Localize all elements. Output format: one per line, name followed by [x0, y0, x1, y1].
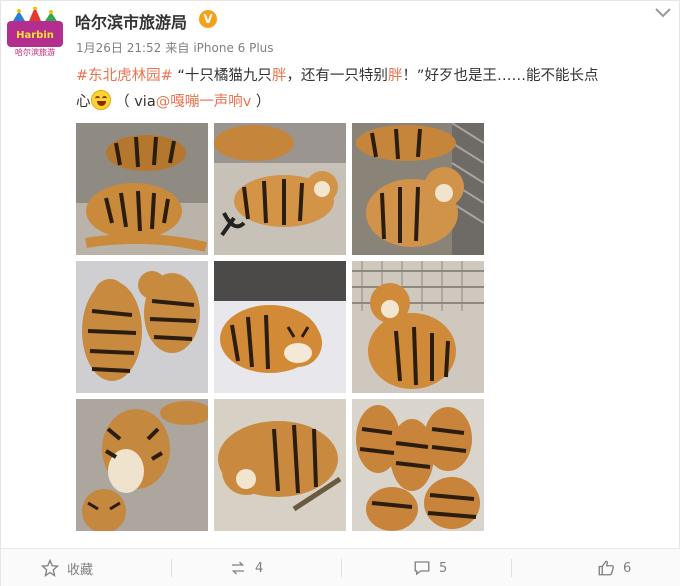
post-text-line2: 心 [76, 94, 91, 110]
highlight-fat-2: 胖 [387, 68, 403, 84]
post-meta: 1月26日 21:52 来自 iPhone 6 Plus [76, 39, 278, 56]
tiger-photo-9[interactable] [352, 399, 484, 531]
laugh-cry-emoji-icon [90, 90, 111, 110]
tiger-photo-3[interactable] [352, 123, 484, 255]
highlight-fat-1: 胖 [271, 68, 287, 84]
favorite-label: 收藏 [67, 562, 94, 578]
post-source: iPhone 6 Plus [193, 41, 274, 55]
via-close: ） [251, 94, 271, 110]
like-count: 6 [623, 560, 632, 576]
tiger-photo-1[interactable] [76, 123, 208, 255]
action-bar: 收藏 4 5 6 [1, 548, 680, 586]
star-icon [41, 559, 59, 577]
image-grid [76, 123, 484, 531]
tiger-photo-5[interactable] [214, 261, 346, 393]
quote-mid: ，还有一只特别 [286, 68, 388, 84]
comment-button[interactable]: 5 [413, 549, 447, 586]
tiger-photo-8[interactable] [214, 399, 346, 531]
verified-v-icon: V [199, 10, 217, 28]
tiger-photo-7[interactable] [76, 399, 208, 531]
weibo-post-card: Harbin 哈尔滨旅游 哈尔滨市旅游局 V 1月26日 21:52 来自 iPho… [0, 0, 680, 586]
repost-icon [231, 561, 245, 575]
quote-open: “十只橘猫九只 [177, 68, 272, 84]
source-prefix: 来自 [165, 41, 190, 55]
post-text-rest: 好歹也是王……能不能长点 [424, 68, 599, 84]
via-open: （ via [115, 94, 156, 110]
post-timestamp[interactable]: 1月26日 21:52 [76, 41, 161, 55]
svg-text:哈尔滨旅游: 哈尔滨旅游 [15, 47, 55, 57]
quote-close: ！” [402, 68, 425, 84]
divider [511, 559, 512, 577]
thumbs-up-icon [598, 560, 614, 576]
via-user-link[interactable]: @嘎嘣一声响v [156, 94, 252, 110]
post-text: #东北虎林园# “十只橘猫九只胖，还有一只特别胖！”好歹也是王……能不能长点心 … [76, 63, 674, 115]
tiger-photo-4[interactable] [76, 261, 208, 393]
divider [341, 559, 342, 577]
repost-count: 4 [255, 560, 264, 576]
repost-button[interactable]: 4 [229, 549, 263, 586]
divider [171, 559, 172, 577]
tiger-photo-6[interactable] [352, 261, 484, 393]
favorite-button[interactable]: 收藏 [41, 549, 93, 586]
chevron-down-icon[interactable] [653, 5, 673, 19]
svg-text:Harbin: Harbin [16, 30, 54, 41]
comment-count: 5 [439, 560, 448, 576]
tiger-photo-2[interactable] [214, 123, 346, 255]
hashtag-link[interactable]: #东北虎林园# [76, 68, 173, 84]
like-button[interactable]: 6 [597, 549, 631, 586]
comment-icon [414, 561, 430, 576]
account-avatar[interactable]: Harbin 哈尔滨旅游 [5, 6, 65, 57]
account-name[interactable]: 哈尔滨市旅游局 [75, 9, 187, 33]
